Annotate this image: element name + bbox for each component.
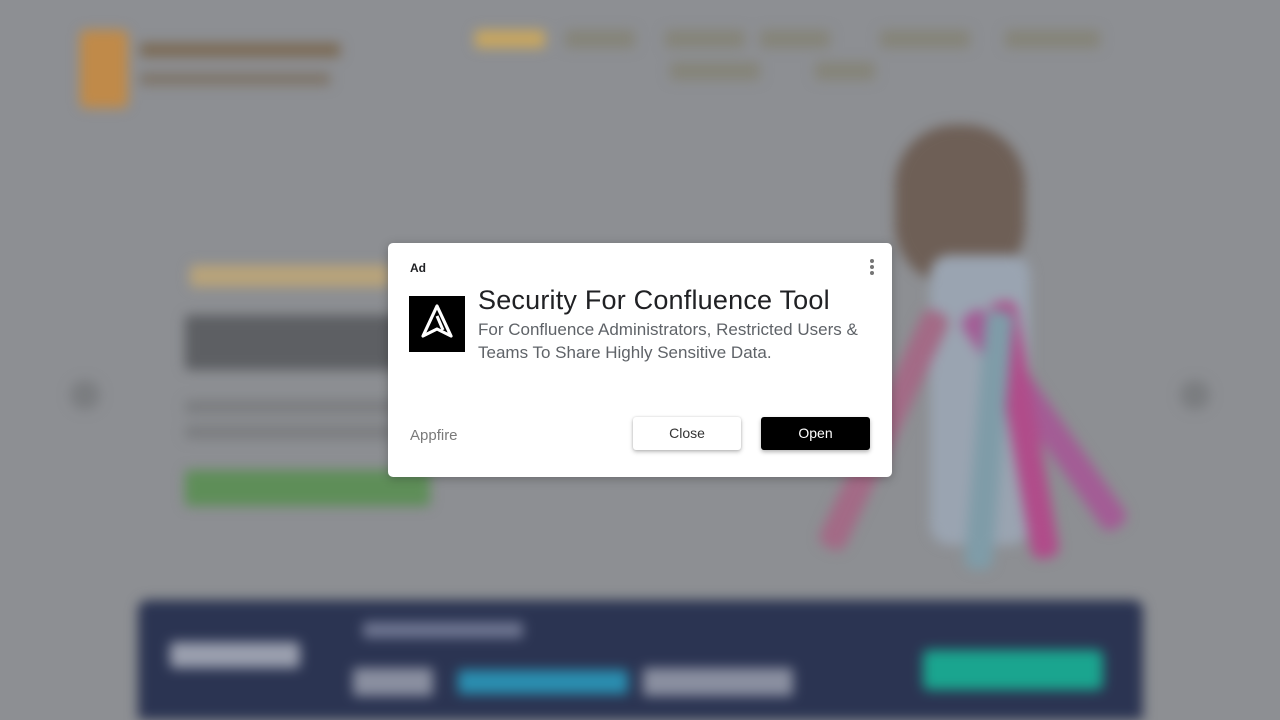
promo-banner	[138, 600, 1143, 720]
nav-item-blurred	[880, 30, 970, 48]
more-vert-icon[interactable]	[865, 258, 879, 276]
nav-item-blurred	[475, 30, 545, 48]
nav-item-blurred	[665, 30, 745, 48]
ad-label: Ad	[410, 261, 426, 275]
nav-item-blurred	[1005, 30, 1100, 48]
advertiser-name[interactable]: Appfire	[410, 427, 458, 444]
nav-item-blurred	[815, 62, 875, 80]
ad-dialog: Ad Security For Confluence Tool For Conf…	[388, 243, 892, 477]
nav-item-blurred	[565, 30, 635, 48]
hero-tagline	[190, 265, 390, 287]
nav-item-blurred	[760, 30, 830, 48]
site-logo	[70, 25, 355, 115]
nav-item-blurred	[670, 62, 760, 80]
hero-text	[185, 425, 395, 439]
close-button[interactable]: Close	[633, 417, 741, 450]
appfire-logo-icon[interactable]	[409, 296, 465, 352]
open-button[interactable]: Open	[761, 417, 870, 450]
carousel-prev-icon	[70, 380, 100, 410]
ad-description[interactable]: For Confluence Administrators, Restricte…	[478, 318, 873, 364]
carousel-next-icon	[1180, 380, 1210, 410]
ad-headline[interactable]: Security For Confluence Tool	[478, 285, 878, 316]
hero-text	[185, 400, 405, 414]
